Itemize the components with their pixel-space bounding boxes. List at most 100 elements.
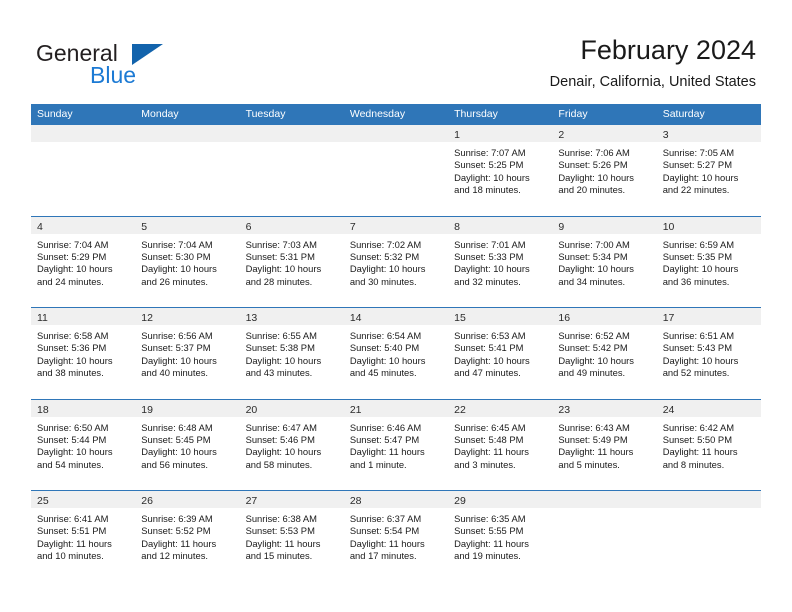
- day-cell[interactable]: 22 Sunrise: 6:45 AM Sunset: 5:48 PM Dayl…: [448, 399, 553, 491]
- day-number: 11: [37, 312, 48, 324]
- day-cell[interactable]: 27 Sunrise: 6:38 AM Sunset: 5:53 PM Dayl…: [239, 491, 344, 582]
- day-number: 23: [558, 403, 571, 416]
- day-details: [344, 142, 448, 147]
- day-cell[interactable]: 28 Sunrise: 6:37 AM Sunset: 5:54 PM Dayl…: [343, 491, 449, 582]
- day-cell[interactable]: 17 Sunrise: 6:51 AM Sunset: 5:43 PM Dayl…: [656, 308, 761, 399]
- day-cell[interactable]: 16 Sunrise: 6:52 AM Sunset: 5:42 PM Dayl…: [552, 308, 657, 399]
- day-cell[interactable]: 8 Sunrise: 7:01 AM Sunset: 5:33 PM Dayli…: [448, 216, 553, 308]
- day-cell[interactable]: 25 Sunrise: 6:41 AM Sunset: 5:51 PM Dayl…: [31, 491, 136, 582]
- day-number: 6: [245, 220, 252, 233]
- daylight-line-1: Daylight: 10 hours: [37, 354, 113, 366]
- day-number-band: [343, 125, 449, 142]
- day-cell[interactable]: 26 Sunrise: 6:39 AM Sunset: 5:52 PM Dayl…: [135, 491, 240, 582]
- daylight-line-2: and 43 minutes.: [245, 367, 313, 379]
- sunrise-line: Sunrise: 7:02 AM: [349, 238, 422, 250]
- day-cell[interactable]: 4 Sunrise: 7:04 AM Sunset: 5:29 PM Dayli…: [31, 216, 136, 308]
- sunrise-line: Sunrise: 6:47 AM: [245, 421, 317, 433]
- day-cell[interactable]: [343, 125, 449, 216]
- day-cell[interactable]: 7 Sunrise: 7:02 AM Sunset: 5:32 PM Dayli…: [343, 216, 449, 308]
- day-details: [657, 508, 761, 513]
- day-cell[interactable]: 12 Sunrise: 6:56 AM Sunset: 5:37 PM Dayl…: [135, 308, 240, 399]
- weekday-header-monday: Monday: [141, 108, 179, 120]
- day-number: 28: [349, 495, 362, 507]
- daylight-line-1: Daylight: 10 hours: [37, 446, 113, 458]
- sunset-line: Sunset: 5:55 PM: [454, 525, 524, 537]
- sunset-line: Sunset: 5:50 PM: [662, 433, 732, 445]
- day-cell[interactable]: 24 Sunrise: 6:42 AM Sunset: 5:50 PM Dayl…: [656, 399, 761, 491]
- sunrise-line: Sunrise: 7:06 AM: [558, 147, 630, 158]
- daylight-line-2: and 20 minutes.: [558, 184, 626, 196]
- day-cell[interactable]: 10 Sunrise: 6:59 AM Sunset: 5:35 PM Dayl…: [656, 216, 761, 308]
- sunset-line: Sunset: 5:45 PM: [141, 433, 211, 445]
- sunrise-line: Sunrise: 6:42 AM: [662, 421, 735, 433]
- day-cell[interactable]: [239, 125, 344, 216]
- day-cell[interactable]: [656, 491, 761, 582]
- daylight-line-2: and 58 minutes.: [245, 458, 313, 470]
- daylight-line-2: and 49 minutes.: [558, 367, 626, 379]
- day-details: Sunrise: 6:48 AM Sunset: 5:45 PM Dayligh…: [135, 417, 239, 472]
- day-number-band: 24: [656, 399, 761, 417]
- day-details: Sunrise: 6:41 AM Sunset: 5:51 PM Dayligh…: [31, 508, 135, 563]
- sunrise-line: Sunrise: 6:52 AM: [558, 330, 630, 341]
- day-number: 26: [141, 495, 153, 507]
- page-subtitle: Denair, California, United States: [549, 74, 756, 90]
- day-details: Sunrise: 7:00 AM Sunset: 5:34 PM Dayligh…: [552, 234, 656, 289]
- day-cell[interactable]: 9 Sunrise: 7:00 AM Sunset: 5:34 PM Dayli…: [552, 216, 657, 308]
- day-cell[interactable]: 21 Sunrise: 6:46 AM Sunset: 5:47 PM Dayl…: [343, 399, 449, 491]
- day-number-band: 19: [135, 399, 240, 417]
- day-details: Sunrise: 6:58 AM Sunset: 5:36 PM Dayligh…: [31, 325, 135, 380]
- day-cell[interactable]: [135, 125, 240, 216]
- day-number-band: 16: [552, 308, 657, 325]
- daylight-line-2: and 45 minutes.: [349, 367, 417, 379]
- day-cell[interactable]: 14 Sunrise: 6:54 AM Sunset: 5:40 PM Dayl…: [343, 308, 449, 399]
- sunrise-line: Sunrise: 6:43 AM: [558, 421, 630, 433]
- daylight-line-2: and 1 minute.: [349, 458, 407, 470]
- sunset-line: Sunset: 5:51 PM: [37, 525, 107, 537]
- sunrise-line: Sunrise: 6:58 AM: [37, 330, 109, 341]
- daylight-line-1: Daylight: 10 hours: [662, 354, 739, 366]
- day-number: 15: [454, 312, 466, 324]
- weekday-header-thursday: Thursday: [454, 108, 498, 120]
- daylight-line-1: Daylight: 11 hours: [349, 537, 425, 549]
- day-cell[interactable]: 20 Sunrise: 6:47 AM Sunset: 5:46 PM Dayl…: [239, 399, 344, 491]
- day-number: 5: [141, 220, 148, 233]
- day-cell[interactable]: 19 Sunrise: 6:48 AM Sunset: 5:45 PM Dayl…: [135, 399, 240, 491]
- daylight-line-2: and 10 minutes.: [37, 550, 104, 562]
- day-cell[interactable]: [31, 125, 136, 216]
- week-row: 11 Sunrise: 6:58 AM Sunset: 5:36 PM Dayl…: [31, 307, 761, 399]
- day-number: 21: [349, 403, 362, 416]
- daylight-line-1: Daylight: 11 hours: [349, 446, 425, 458]
- sunrise-line: Sunrise: 6:51 AM: [662, 330, 735, 341]
- triangle-icon: [132, 44, 163, 65]
- day-cell[interactable]: 18 Sunrise: 6:50 AM Sunset: 5:44 PM Dayl…: [31, 399, 136, 491]
- day-cell[interactable]: 11 Sunrise: 6:58 AM Sunset: 5:36 PM Dayl…: [31, 308, 136, 399]
- day-cell[interactable]: 23 Sunrise: 6:43 AM Sunset: 5:49 PM Dayl…: [552, 399, 657, 491]
- day-cell[interactable]: 1 Sunrise: 7:07 AM Sunset: 5:25 PM Dayli…: [448, 125, 553, 216]
- day-cell[interactable]: 13 Sunrise: 6:55 AM Sunset: 5:38 PM Dayl…: [239, 308, 344, 399]
- daylight-line-1: Daylight: 10 hours: [662, 263, 739, 275]
- day-details: Sunrise: 7:07 AM Sunset: 5:25 PM Dayligh…: [448, 142, 552, 197]
- day-number-band: [552, 491, 657, 508]
- day-cell[interactable]: [552, 491, 657, 582]
- page-title: February 2024: [580, 35, 756, 65]
- weekday-header-saturday: Saturday: [662, 108, 705, 120]
- day-cell[interactable]: 3 Sunrise: 7:05 AM Sunset: 5:27 PM Dayli…: [656, 125, 761, 216]
- daylight-line-1: Daylight: 10 hours: [454, 354, 530, 366]
- sunset-line: Sunset: 5:32 PM: [349, 250, 420, 262]
- daylight-line-2: and 8 minutes.: [662, 458, 725, 470]
- sunset-line: Sunset: 5:38 PM: [245, 342, 315, 354]
- sunset-line: Sunset: 5:49 PM: [558, 433, 628, 445]
- day-details: Sunrise: 6:46 AM Sunset: 5:47 PM Dayligh…: [344, 417, 448, 472]
- day-details: Sunrise: 7:01 AM Sunset: 5:33 PM Dayligh…: [448, 234, 552, 289]
- sunrise-line: Sunrise: 6:38 AM: [245, 513, 317, 524]
- day-cell[interactable]: 29 Sunrise: 6:35 AM Sunset: 5:55 PM Dayl…: [448, 491, 553, 582]
- sunset-line: Sunset: 5:25 PM: [454, 159, 524, 171]
- sunset-line: Sunset: 5:27 PM: [662, 159, 732, 171]
- day-details: Sunrise: 6:50 AM Sunset: 5:44 PM Dayligh…: [31, 417, 135, 472]
- sunrise-line: Sunrise: 7:01 AM: [454, 238, 526, 250]
- day-cell[interactable]: 2 Sunrise: 7:06 AM Sunset: 5:26 PM Dayli…: [552, 125, 657, 216]
- daylight-line-1: Daylight: 10 hours: [349, 263, 426, 275]
- day-cell[interactable]: 15 Sunrise: 6:53 AM Sunset: 5:41 PM Dayl…: [448, 308, 553, 399]
- day-cell[interactable]: 6 Sunrise: 7:03 AM Sunset: 5:31 PM Dayli…: [239, 216, 344, 308]
- day-cell[interactable]: 5 Sunrise: 7:04 AM Sunset: 5:30 PM Dayli…: [135, 216, 240, 308]
